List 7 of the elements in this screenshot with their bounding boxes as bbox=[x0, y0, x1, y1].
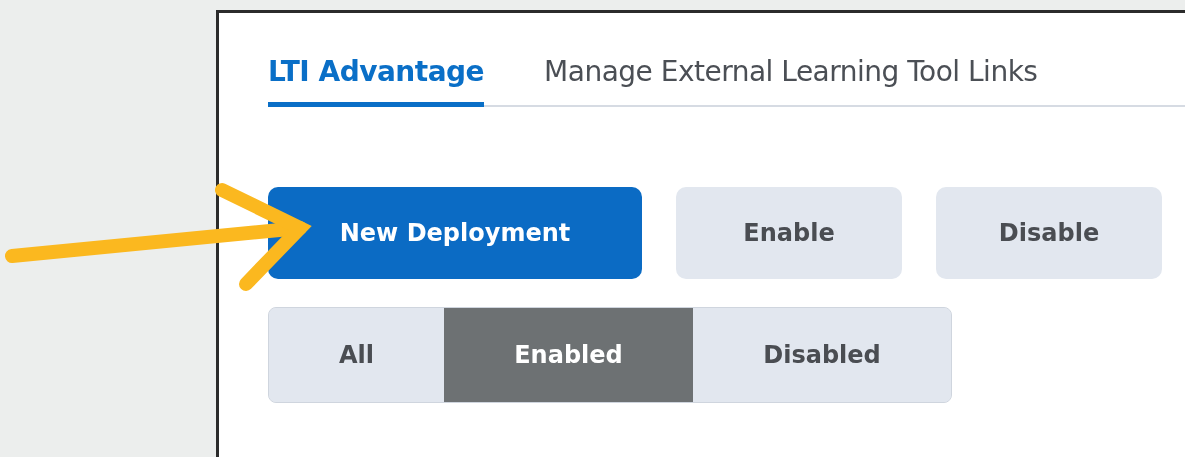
action-button[interactable]: Enable bbox=[676, 187, 902, 279]
filter-option[interactable]: Enabled bbox=[444, 308, 693, 402]
action-button[interactable]: Disable bbox=[936, 187, 1162, 279]
tab[interactable]: Manage External Learning Tool Links bbox=[544, 51, 1038, 107]
arrow-annotation-icon bbox=[5, 183, 312, 291]
tab[interactable]: LTI Advantage bbox=[268, 51, 485, 107]
primary-button[interactable]: New Deployment bbox=[268, 187, 642, 279]
